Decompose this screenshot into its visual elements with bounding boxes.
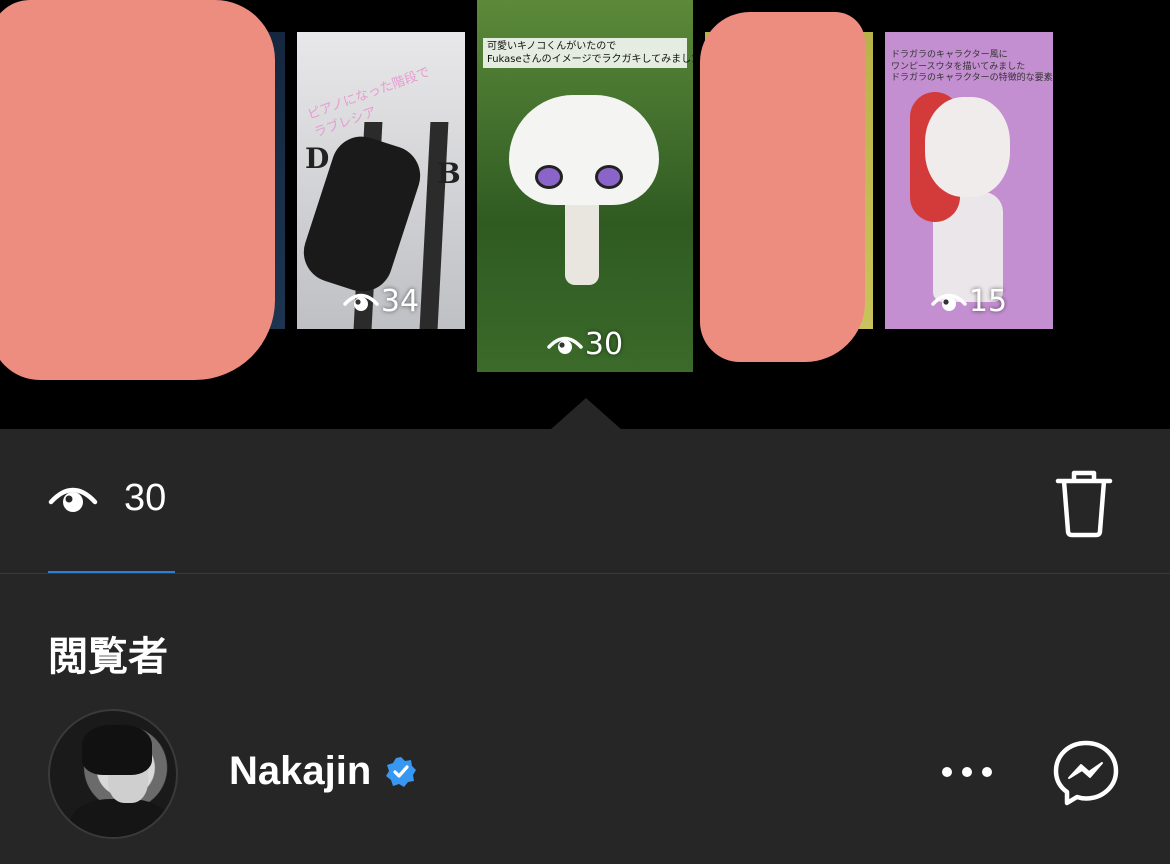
eye-icon	[48, 487, 98, 512]
censor-overlay	[0, 0, 275, 380]
viewer-row[interactable]: Nakajin	[0, 709, 1170, 839]
username-label: Nakajin	[229, 749, 372, 793]
story-thumbnail-selected[interactable]: 可愛いキノコくんがいたので Fukaseさんのイメージでラクガキしてみました！ …	[477, 0, 693, 372]
dot	[982, 767, 992, 777]
story-thumbnail[interactable]: ドラガラのキャラクター風に ワンピースウタを描いてみました ドラガラのキャラクタ…	[885, 32, 1053, 329]
story-strip: D C B ピアノになった階段で ラブレシア 34 可愛いキノコくんがいたので …	[0, 0, 1170, 430]
view-count-label: 15	[968, 284, 1008, 319]
piano-letter: D	[305, 142, 330, 175]
insights-panel: 30 閲覧者 Nakajin	[0, 429, 1170, 864]
divider	[0, 573, 1170, 574]
mushroom-cap	[509, 95, 659, 205]
more-options-button[interactable]	[942, 761, 992, 783]
dot	[962, 767, 972, 777]
eye-icon	[343, 293, 379, 311]
selection-pointer	[550, 398, 622, 430]
view-count-label: 34	[380, 284, 420, 319]
views-tab[interactable]: 30	[48, 477, 166, 520]
viewer-username[interactable]: Nakajin	[229, 749, 417, 794]
avatar[interactable]	[48, 709, 178, 839]
character-head	[925, 97, 1010, 197]
story-thumbnail[interactable]: D C B ピアノになった階段で ラブレシア 34	[297, 32, 465, 329]
messenger-icon[interactable]	[1052, 739, 1120, 807]
eye-icon	[931, 293, 967, 311]
verified-badge-icon	[386, 756, 417, 787]
view-count-label: 30	[584, 327, 624, 362]
story-view-count: 30	[477, 327, 693, 362]
story-view-count: 15	[885, 284, 1053, 319]
stats-row: 30	[0, 429, 1170, 574]
mushroom-eye	[595, 165, 623, 189]
story-caption: 可愛いキノコくんがいたので Fukaseさんのイメージでラクガキしてみました！	[483, 38, 693, 68]
story-view-count: 34	[297, 284, 465, 319]
views-count: 30	[124, 477, 167, 519]
piano-letter: B	[437, 157, 461, 190]
story-caption: ドラガラのキャラクター風に ワンピースウタを描いてみました ドラガラのキャラクタ…	[891, 50, 1053, 84]
dot	[942, 767, 952, 777]
trash-icon[interactable]	[1052, 467, 1116, 539]
censor-overlay	[700, 12, 865, 362]
mushroom-eye	[535, 165, 563, 189]
viewers-heading: 閲覧者	[48, 634, 168, 680]
mushroom-stem	[565, 195, 599, 285]
eye-icon	[547, 336, 583, 354]
